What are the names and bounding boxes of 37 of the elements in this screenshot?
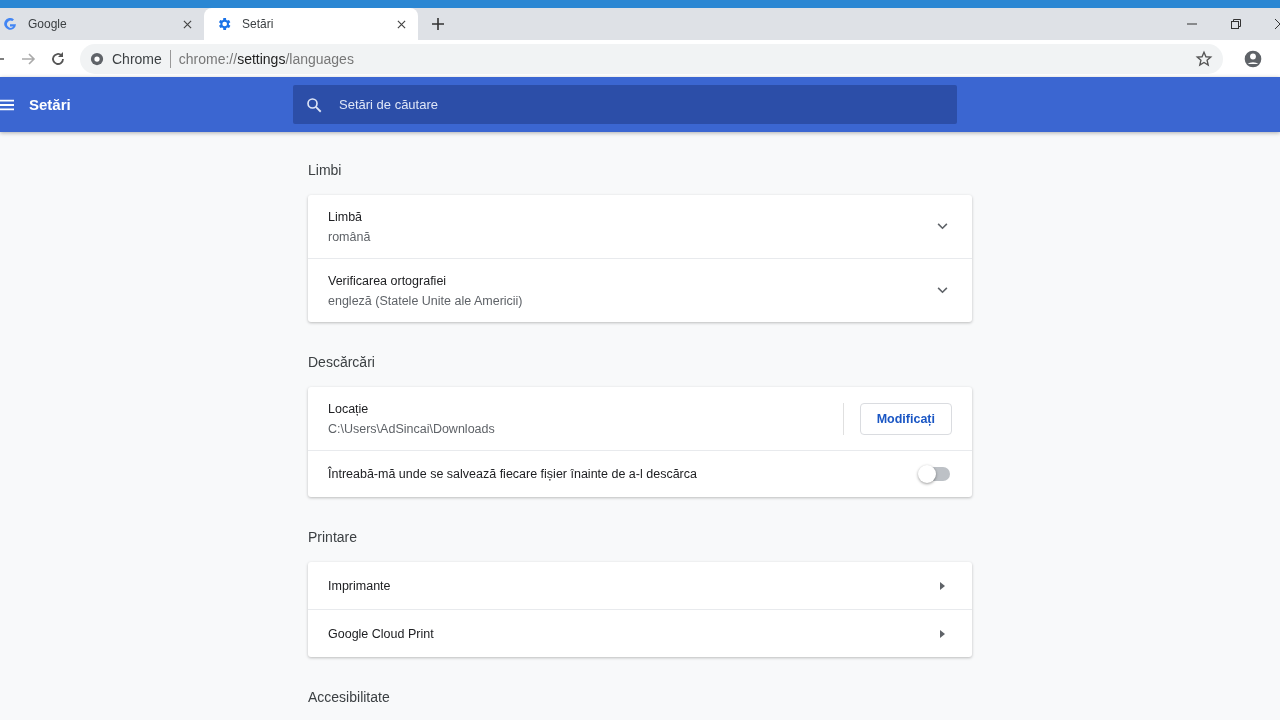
browser-tab[interactable]: Google xyxy=(0,8,204,40)
setting-label: Întreabă-mă unde se salvează fiecare fișier înainte de a-l descărca xyxy=(328,467,698,481)
reload-icon[interactable] xyxy=(50,50,66,67)
setting-label: Locație xyxy=(328,401,370,416)
triangle-arrow-icon[interactable] xyxy=(940,629,945,638)
setting-value: C:\Users\AdSincai\Downloads xyxy=(328,421,496,436)
close-tab-icon[interactable] xyxy=(183,19,192,29)
section-title: Accesibilitate xyxy=(308,689,391,705)
search-field[interactable]: Setări de căutare xyxy=(293,85,957,124)
close-tab-icon[interactable] xyxy=(397,19,406,29)
google-logo-icon xyxy=(2,16,18,32)
chrome-logo-icon xyxy=(90,51,104,66)
gear-icon xyxy=(216,16,232,32)
section-title: Printare xyxy=(308,529,359,545)
section-title: Descărcări xyxy=(308,354,376,370)
triangle-arrow-icon[interactable] xyxy=(940,581,945,590)
browser-tab[interactable]: Setări xyxy=(204,8,418,40)
section-title: Limbi xyxy=(308,162,343,178)
address-bar[interactable]: Chrome chrome://settings/languages xyxy=(80,43,1223,74)
search-input[interactable]: Setări de căutare xyxy=(337,96,957,113)
setting-label: Google Cloud Print xyxy=(328,626,435,641)
restore-icon[interactable] xyxy=(1231,19,1241,29)
menu-icon[interactable] xyxy=(0,98,14,111)
setting-label: Imprimante xyxy=(328,578,392,593)
toggle-switch[interactable] xyxy=(920,467,950,481)
setting-label: Limbă xyxy=(328,209,364,224)
change-button[interactable]: Modificați xyxy=(859,402,952,435)
setting-value: română xyxy=(328,229,372,244)
page-title: Setări xyxy=(29,96,72,113)
new-tab-icon[interactable] xyxy=(432,18,444,30)
star-icon[interactable] xyxy=(1195,49,1213,68)
expand-chevron-icon[interactable] xyxy=(937,223,948,230)
account-icon[interactable] xyxy=(1243,48,1263,69)
setting-label: Verificarea ortografiei xyxy=(328,273,448,288)
setting-value: engleză (Statele Unite ale Americii) xyxy=(328,293,524,308)
search-icon xyxy=(305,95,323,114)
expand-chevron-icon[interactable] xyxy=(937,287,948,294)
